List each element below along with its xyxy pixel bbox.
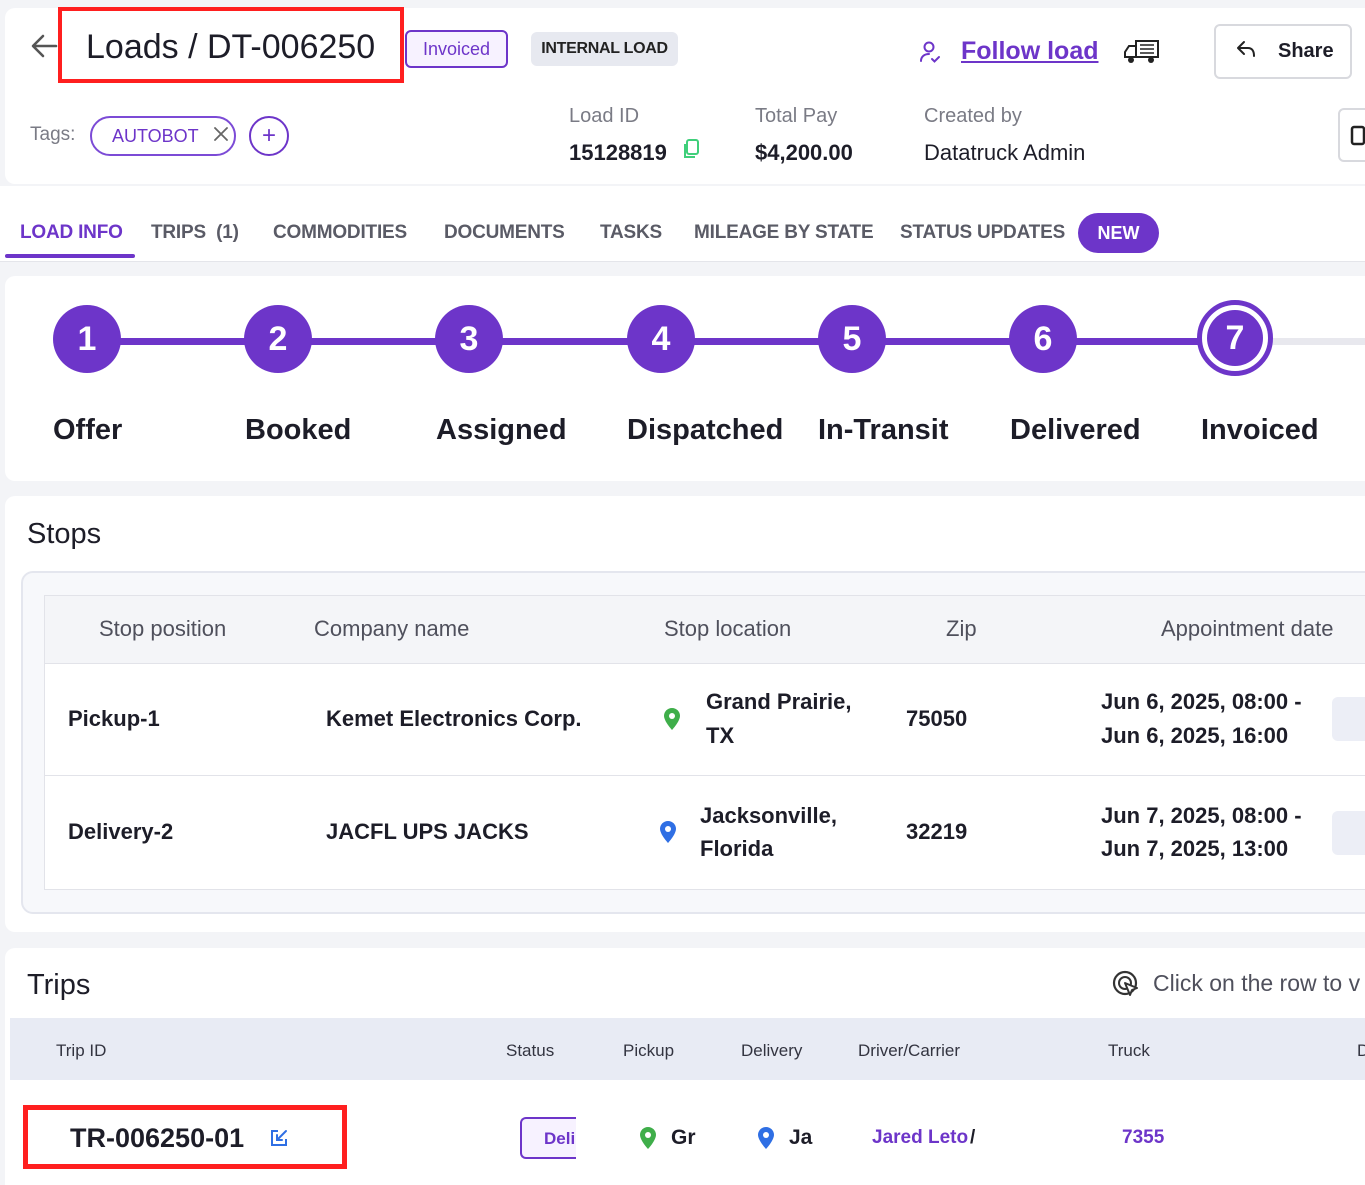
created-by-label: Created by [924,105,1022,127]
load-progress-card [5,276,1365,481]
stops-title: Stops [27,518,102,550]
stop-zip: 32219 [906,819,968,844]
col-driver-carrier: Driver/Carrier [858,1041,960,1060]
trip-status-badge: Deli [520,1117,576,1159]
tab-tasks[interactable]: TASKS [600,222,662,244]
follow-load-link[interactable]: Follow load [961,37,1099,66]
step-label-assigned: Assigned [436,414,567,446]
trip-id-link[interactable]: TR-006250-01 [70,1123,244,1154]
delivery-pin-icon [758,1127,774,1149]
copy-icon[interactable] [683,139,700,159]
step-label-dispatched: Dispatched [627,414,784,446]
pickup-pin-icon [640,1127,656,1149]
share-button[interactable]: Share [1214,24,1352,79]
stop-zip: 75050 [906,706,968,731]
tag-label: AUTOBOT [112,125,199,146]
stop-appointment-line2: Jun 6, 2025, 16:00 [1101,723,1289,748]
stop-appointment-line2: Jun 7, 2025, 13:00 [1101,836,1289,861]
load-type-badge: INTERNAL LOAD [531,32,678,66]
col-stop-location: Stop location [664,616,792,641]
row-divider [45,775,1365,776]
page-title: Loads / DT-006250 [86,28,376,66]
stop-location-line2: Florida [700,836,774,861]
col-trip-id: Trip ID [56,1041,107,1060]
step-7-circle-current: 7 [1197,300,1273,376]
total-pay-value: $4,200.00 [755,140,853,165]
tab-mileage-by-state[interactable]: MILEAGE BY STATE [694,222,874,244]
tab-documents[interactable]: DOCUMENTS [444,222,565,244]
step-2-circle: 2 [244,305,312,373]
stop-appointment-line1: Jun 6, 2025, 08:00 - [1101,689,1302,714]
col-truncated: D [1357,1041,1365,1060]
remove-tag-icon[interactable] [213,126,229,147]
step-label-delivered: Delivered [1010,414,1141,446]
new-badge: NEW [1078,213,1159,253]
step-3-circle: 3 [435,305,503,373]
tab-load-info[interactable]: LOAD INFO [20,222,123,244]
active-tab-underline [5,254,135,258]
stop-location-line2: TX [706,723,735,748]
trips-table-header [10,1018,1365,1080]
progress-line-remaining [1272,338,1365,345]
share-label: Share [1278,40,1334,62]
step-label-in-transit: In-Transit [818,414,949,446]
truck-icon[interactable] [1122,38,1162,66]
stop-location-line1: Jacksonville, [700,803,837,828]
col-delivery: Delivery [741,1041,803,1060]
pickup-pin-icon [664,708,680,730]
trip-delivery: Ja [789,1126,813,1149]
step-4-circle: 4 [627,305,695,373]
share-icon [1236,40,1256,64]
step-1-circle: 1 [53,305,121,373]
stops-table-header: Stop position Company name Stop location… [45,596,1365,664]
trips-hint-text: Click on the row to v [1153,970,1361,996]
status-badge: Invoiced [405,30,508,68]
col-stop-position: Stop position [99,616,227,641]
step-label-offer: Offer [53,414,123,446]
tab-status-updates[interactable]: STATUS UPDATES [900,222,1065,244]
trip-pickup: Gr [671,1126,696,1149]
step-6-circle: 6 [1009,305,1077,373]
tags-label: Tags: [30,124,76,145]
trip-truck-link[interactable]: 7355 [1122,1127,1164,1149]
stop-location-line1: Grand Prairie, [706,689,852,714]
step-5-circle: 5 [818,305,886,373]
cursor-click-icon [1112,970,1140,998]
add-tag-button[interactable]: + [249,116,289,156]
load-id-value: 15128819 [569,140,667,165]
stop-position: Pickup-1 [68,706,160,731]
edit-icon[interactable] [269,1128,289,1148]
created-by-value: Datatruck Admin [924,140,1086,165]
tab-commodities[interactable]: COMMODITIES [273,222,407,244]
step-label-booked: Booked [245,414,352,446]
step-7-number: 7 [1207,310,1263,366]
stop-position: Delivery-2 [68,819,174,844]
load-id-label: Load ID [569,105,640,127]
stops-table: Stop position Company name Stop location… [44,595,1365,890]
driver-carrier-separator: / [970,1127,976,1148]
stop-appointment-line1: Jun 7, 2025, 08:00 - [1101,803,1302,828]
trip-driver-link[interactable]: Jared Leto [872,1127,968,1149]
trips-title: Trips [27,969,91,1001]
tag-chip-autobot: AUTOBOT [90,116,236,156]
step-label-invoiced: Invoiced [1201,414,1319,446]
col-pickup: Pickup [623,1041,675,1060]
stop-row-action-button[interactable] [1332,697,1365,741]
col-zip: Zip [946,616,977,641]
col-company-name: Company name [314,616,470,641]
stop-row-action-button[interactable] [1332,811,1365,855]
delivery-pin-icon [660,821,676,843]
more-actions-button[interactable] [1338,108,1365,162]
col-appointment-date: Appointment date [1161,616,1334,641]
col-status: Status [506,1041,555,1060]
follow-user-icon[interactable] [918,40,942,64]
col-truck: Truck [1108,1041,1150,1060]
tab-trips[interactable]: TRIPS (1) [151,222,239,244]
stop-company: Kemet Electronics Corp. [326,706,582,731]
total-pay-label: Total Pay [755,105,838,127]
stop-company: JACFL UPS JACKS [326,819,529,844]
